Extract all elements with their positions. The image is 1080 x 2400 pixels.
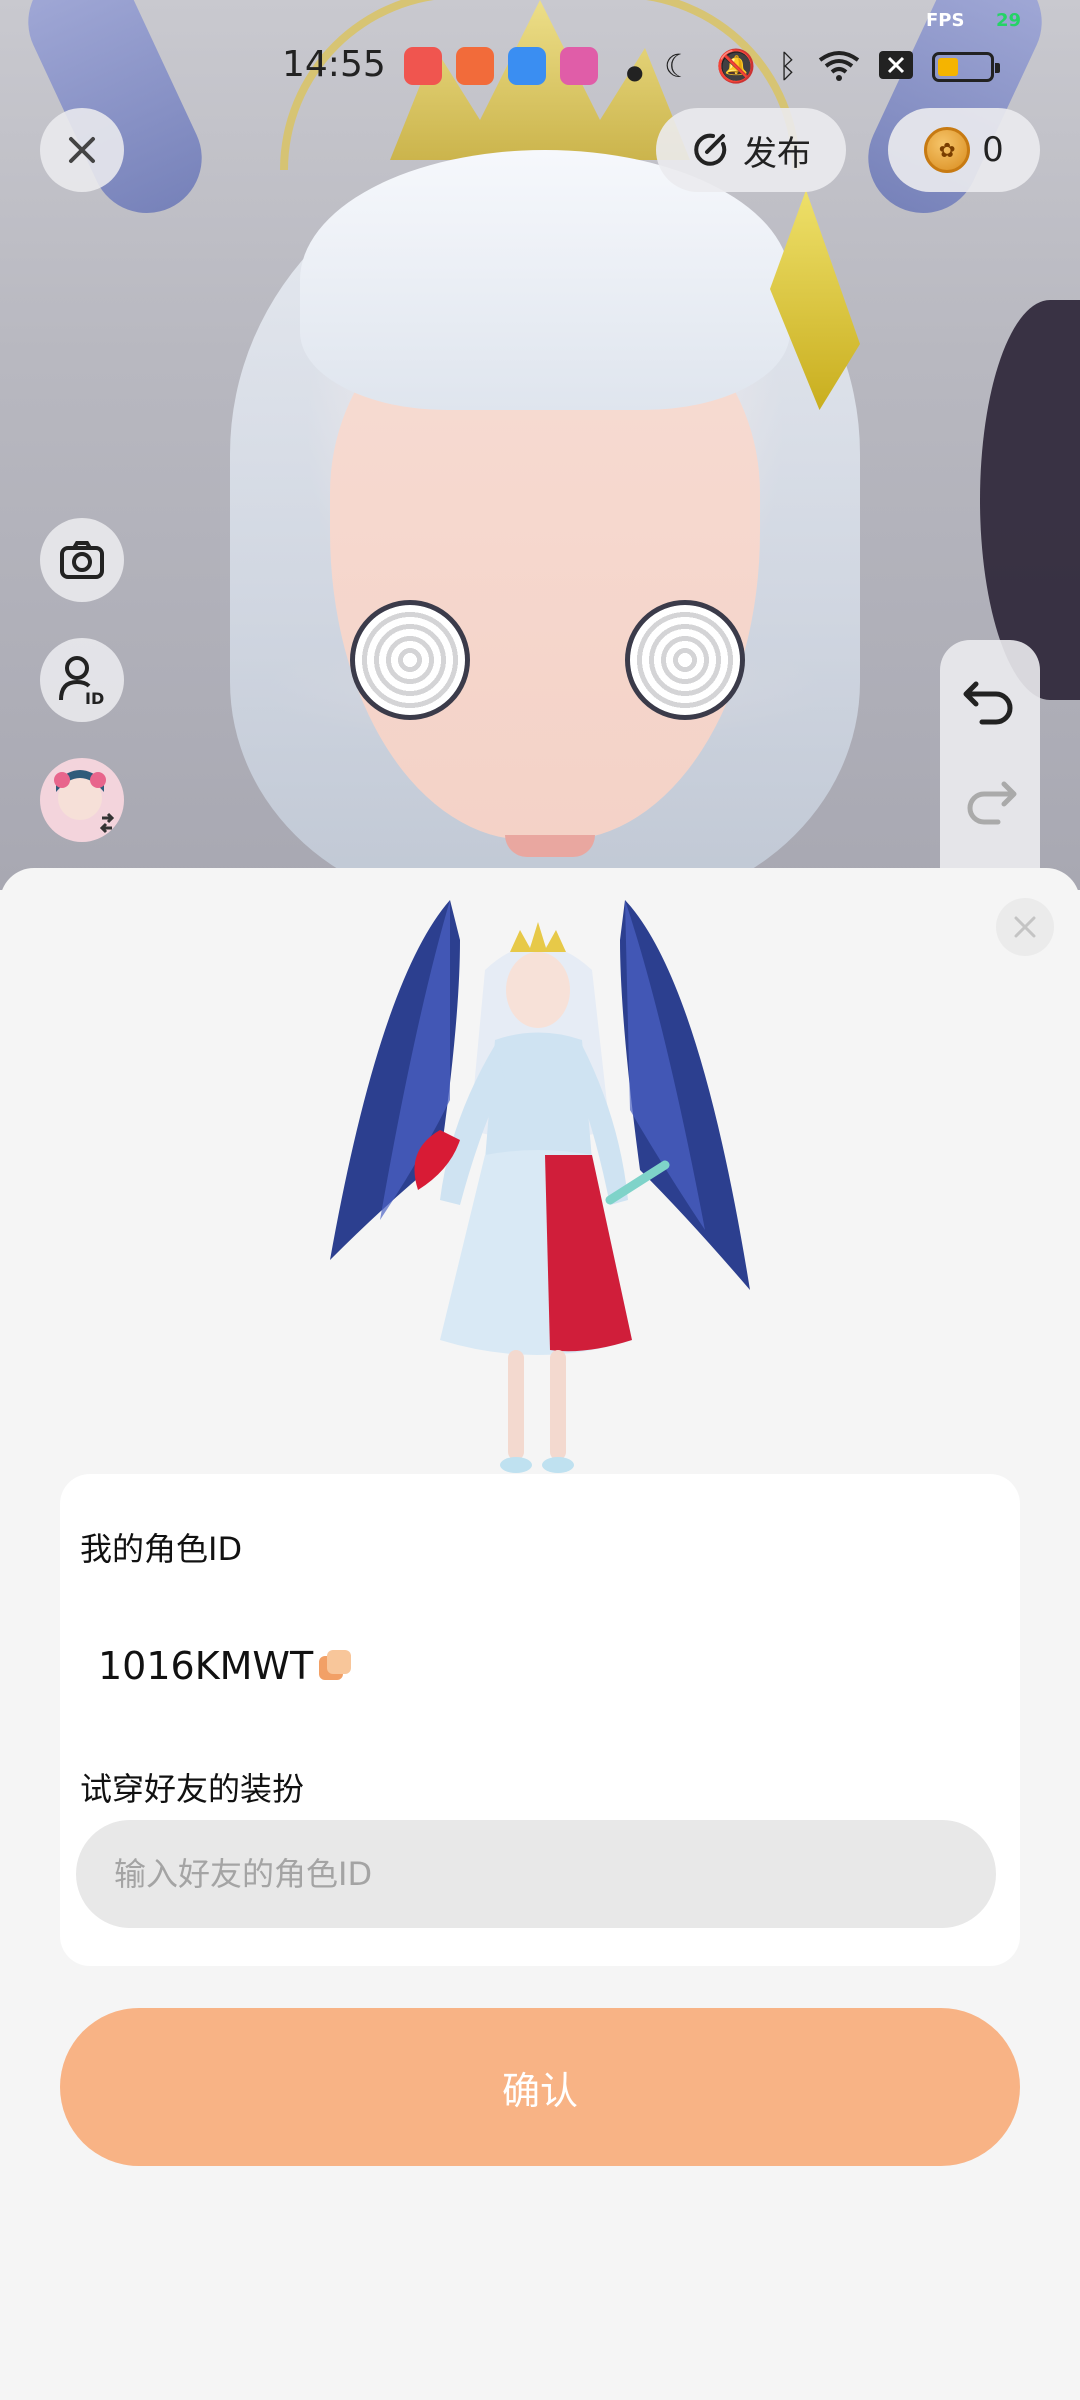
- fitness-app-icon: [456, 47, 494, 85]
- confirm-button[interactable]: 确认: [60, 2008, 1020, 2166]
- my-role-id-label: 我的角色ID: [80, 1530, 243, 1568]
- wifi-icon: [818, 50, 860, 87]
- music-app-icon: [404, 47, 442, 85]
- mute-bell-icon: 🔕: [716, 47, 756, 85]
- sheet-close-button[interactable]: [996, 898, 1054, 956]
- close-icon: [69, 137, 95, 163]
- fps-label: FPS: [926, 10, 965, 31]
- my-role-id-value: 1016KMWT: [98, 1644, 314, 1688]
- my-role-id: 1016KMWT: [98, 1644, 352, 1688]
- status-time: 14:55: [282, 44, 386, 85]
- coin-balance[interactable]: ✿ 0: [888, 108, 1040, 192]
- fps-value: 29: [996, 10, 1022, 31]
- publish-label: 发布: [743, 133, 811, 174]
- avatar-full-body-preview: [330, 900, 750, 1473]
- publish-button[interactable]: 发布: [656, 108, 846, 192]
- moon-icon: ☾: [664, 47, 693, 85]
- browser-app-icon: [508, 47, 546, 85]
- dot-icon: ●: [626, 60, 644, 84]
- bluetooth-icon: ᛒ: [778, 47, 798, 85]
- gallery-app-icon: [560, 47, 598, 85]
- close-editor-button[interactable]: [40, 108, 124, 192]
- avatar-thumbnail-icon: [54, 770, 115, 834]
- role-id-button[interactable]: ID: [40, 638, 124, 722]
- undo-button[interactable]: [962, 676, 1018, 730]
- camera-icon: [60, 541, 104, 579]
- friend-role-id-input[interactable]: [76, 1820, 996, 1928]
- svg-text:ID: ID: [85, 689, 104, 706]
- switch-avatar-button[interactable]: [40, 758, 124, 842]
- publish-icon: [694, 133, 727, 166]
- battery-icon: [932, 52, 1000, 82]
- coin-count: 0: [982, 130, 1004, 170]
- close-icon: [1014, 916, 1036, 938]
- redo-button[interactable]: [962, 776, 1018, 830]
- undo-redo-panel: [940, 640, 1040, 870]
- coin-icon: ✿: [924, 127, 971, 173]
- camera-button[interactable]: [40, 518, 124, 602]
- user-id-icon: ID: [59, 656, 104, 706]
- avatar-eye-right: [625, 600, 745, 720]
- avatar-eye-left: [350, 600, 470, 720]
- avatar-mouth: [505, 835, 595, 857]
- sim-off-icon: [878, 50, 914, 85]
- try-friend-outfit-label: 试穿好友的装扮: [80, 1770, 305, 1808]
- redo-icon: [967, 781, 1017, 825]
- copy-id-icon[interactable]: [319, 1650, 352, 1682]
- undo-icon: [963, 681, 1013, 725]
